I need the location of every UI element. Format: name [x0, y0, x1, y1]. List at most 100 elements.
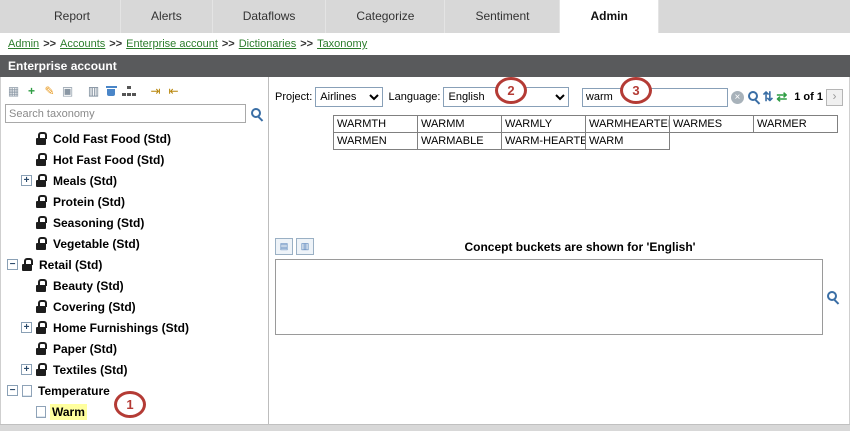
breadcrumb: Admin>>Accounts>>Enterprise account>>Dic… [0, 33, 850, 55]
tree-item[interactable]: Paper (Std) [1, 338, 268, 359]
breadcrumb-link[interactable]: Accounts [60, 38, 105, 50]
tree-item[interactable]: + Meals (Std) [1, 170, 268, 191]
tree-item-label: Paper (Std) [51, 341, 119, 357]
lock-icon [36, 300, 47, 313]
search-taxonomy-input[interactable] [5, 104, 246, 123]
term-cell[interactable]: WARMM [417, 115, 502, 133]
tree-item[interactable]: Protein (Std) [1, 191, 268, 212]
tree-item-label: Textiles (Std) [51, 362, 129, 378]
export-icon[interactable]: ⇤ [165, 83, 182, 99]
collapse-icon[interactable]: − [7, 385, 18, 396]
tree-item[interactable]: + Home Furnishings (Std) [1, 317, 268, 338]
tree-item[interactable]: − Retail (Std) [1, 254, 268, 275]
expand-icon[interactable]: + [21, 322, 32, 333]
term-grid: WARMTHWARMMWARMLYWARMHEARTEDWARMESWARMER… [333, 115, 845, 150]
concept-bucket-icon-1[interactable] [275, 238, 293, 255]
tab-admin[interactable]: Admin [560, 0, 658, 33]
breadcrumb-link[interactable]: Enterprise account [126, 38, 218, 50]
expand-icon[interactable]: + [21, 175, 32, 186]
next-page-button[interactable] [826, 89, 843, 106]
tree-item-label: Covering (Std) [51, 299, 138, 315]
term-cell[interactable]: WARMES [669, 115, 754, 133]
term-cell[interactable]: WARMHEARTED [585, 115, 670, 133]
lock-icon [22, 258, 33, 271]
hierarchy-icon[interactable] [121, 83, 138, 99]
lock-icon [36, 132, 47, 145]
lock-icon [36, 363, 47, 376]
breadcrumb-link[interactable]: Admin [8, 38, 39, 50]
taxonomy-tree: Cold Fast Food (Std) Hot Fast Food (Std) +… [1, 125, 268, 424]
tree-item[interactable]: Covering (Std) [1, 296, 268, 317]
copy-icon[interactable]: ▣ [59, 83, 76, 99]
page-title: Enterprise account [0, 55, 850, 77]
import-icon[interactable]: ⇥ [147, 83, 164, 99]
concept-bucket-textarea[interactable] [275, 259, 823, 335]
edit-icon[interactable]: ✎ [41, 83, 58, 99]
results-toolbar: Project: Airlines Language: English 1 of… [269, 77, 849, 111]
term-row: WARMENWARMABLEWARM-HEARTEDWARM [333, 132, 845, 150]
breadcrumb-separator: >> [222, 38, 235, 50]
annotation-circle-3: 3 [620, 77, 652, 104]
taxonomy-panel: ▦+✎▣▥⇥⇤ Cold Fast Food (Std)Hot Fast Foo… [1, 77, 269, 424]
search-icon[interactable] [250, 107, 264, 121]
tree-item[interactable]: Cold Fast Food (Std) [1, 128, 268, 149]
tree-item[interactable]: Beauty (Std) [1, 275, 268, 296]
term-cell[interactable]: WARM [585, 132, 670, 150]
add-node-icon[interactable]: + [23, 83, 40, 99]
term-search-input[interactable] [582, 88, 728, 107]
language-label: Language: [388, 91, 440, 103]
term-cell[interactable]: WARMEN [333, 132, 418, 150]
paste-icon[interactable]: ▥ [85, 83, 102, 99]
concept-bucket-row [275, 259, 843, 335]
grid-icon[interactable]: ▦ [5, 83, 22, 99]
concept-bucket-icon-2[interactable] [296, 238, 314, 255]
tree-item-label: Home Furnishings (Std) [51, 320, 191, 336]
tab-report[interactable]: Report [24, 0, 121, 33]
concept-row: Concept buckets are shown for 'English' [269, 238, 849, 255]
tab-categorize[interactable]: Categorize [326, 0, 445, 33]
tree-item-label: Cold Fast Food (Std) [51, 131, 173, 147]
lock-icon [36, 195, 47, 208]
collapse-icon[interactable]: − [7, 259, 18, 270]
expand-icon[interactable]: + [21, 364, 32, 375]
lock-icon [36, 174, 47, 187]
tab-dataflows[interactable]: Dataflows [213, 0, 327, 33]
transfer-icon[interactable] [776, 89, 787, 105]
lock-icon [36, 216, 47, 229]
breadcrumb-link[interactable]: Taxonomy [317, 38, 367, 50]
page-icon [36, 406, 46, 418]
term-row: WARMTHWARMMWARMLYWARMHEARTEDWARMESWARMER [333, 115, 845, 133]
lock-icon [36, 237, 47, 250]
tree-item-label: Vegetable (Std) [51, 236, 142, 252]
annotation-number: 3 [632, 83, 639, 98]
lock-icon [36, 279, 47, 292]
tree-item[interactable]: Seasoning (Std) [1, 212, 268, 233]
search-icon[interactable] [747, 90, 760, 104]
tab-alerts[interactable]: Alerts [121, 0, 213, 33]
tree-item-label: Meals (Std) [51, 173, 119, 189]
tree-item[interactable]: Vegetable (Std) [1, 233, 268, 254]
term-cell[interactable]: WARMER [753, 115, 838, 133]
lock-icon [36, 321, 47, 334]
tree-item[interactable]: + Textiles (Std) [1, 359, 268, 380]
tab-sentiment[interactable]: Sentiment [445, 0, 560, 33]
term-cell[interactable]: WARMABLE [417, 132, 502, 150]
pagination-label: 1 of 1 [794, 91, 823, 103]
term-cell[interactable]: WARM-HEARTED [501, 132, 586, 150]
project-select[interactable]: Airlines [315, 87, 383, 107]
breadcrumb-link[interactable]: Dictionaries [239, 38, 296, 50]
delete-icon[interactable] [103, 83, 120, 99]
concept-message: Concept buckets are shown for 'English' [317, 240, 843, 254]
project-label: Project: [275, 91, 312, 103]
clear-icon[interactable] [731, 91, 744, 104]
term-cell[interactable]: WARMLY [501, 115, 586, 133]
tree-item-label: Retail (Std) [37, 257, 104, 273]
annotation-circle-1: 1 [114, 391, 146, 418]
sort-icon[interactable] [762, 89, 773, 105]
concept-search-button[interactable] [823, 290, 843, 304]
tree-item-label: Hot Fast Food (Std) [51, 152, 166, 168]
tree-item-label: Beauty (Std) [51, 278, 126, 294]
annotation-circle-2: 2 [495, 77, 527, 104]
term-cell[interactable]: WARMTH [333, 115, 418, 133]
tree-item[interactable]: Hot Fast Food (Std) [1, 149, 268, 170]
